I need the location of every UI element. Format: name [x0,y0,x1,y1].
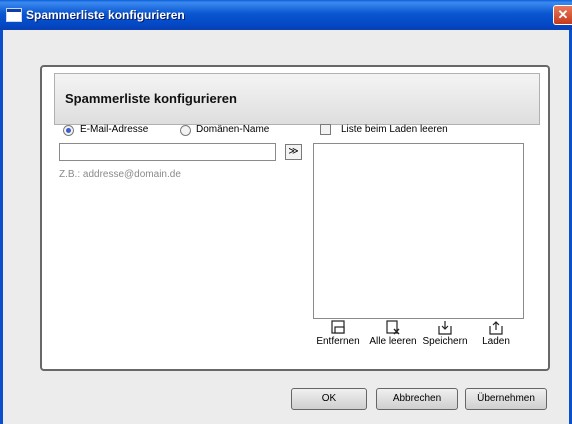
save-icon [438,321,452,335]
title-bar[interactable]: Spammerliste konfigurieren ✕ [0,0,572,30]
load-tool[interactable]: Laden [477,320,515,356]
cancel-button[interactable]: Abbrechen [376,388,458,410]
window-title: Spammerliste konfigurieren [26,8,185,22]
domain-radio[interactable] [180,125,191,136]
close-button[interactable]: ✕ [553,5,572,25]
ok-button[interactable]: OK [291,388,367,410]
panel-header: Spammerliste konfigurieren [54,73,540,125]
remove-tool[interactable]: Entfernen [314,320,362,356]
input-hint: Z.B.: addresse@domain.de [59,169,181,180]
remove-label: Entfernen [316,336,360,347]
clear-on-load-label[interactable]: Liste beim Laden leeren [341,124,448,135]
remove-icon [331,320,345,334]
load-icon [489,321,503,335]
clear-all-icon [386,320,400,335]
email-radio[interactable] [63,125,74,136]
save-label: Speichern [422,336,468,347]
window-icon [6,8,22,22]
clear-all-label: Alle leeren [369,336,417,347]
apply-button[interactable]: Übernehmen [465,388,547,410]
panel-title: Spammerliste konfigurieren [65,91,237,106]
clear-on-load-checkbox[interactable] [320,124,331,135]
load-label: Laden [482,336,510,347]
email-radio-label[interactable]: E-Mail-Adresse [80,124,148,135]
add-to-list-button[interactable]: ≫ [285,144,302,160]
address-input[interactable] [59,143,276,161]
spammer-list[interactable] [313,143,524,319]
save-tool[interactable]: Speichern [420,320,470,356]
domain-radio-label[interactable]: Domänen-Name [196,124,269,135]
clear-all-tool[interactable]: Alle leeren [367,320,419,356]
